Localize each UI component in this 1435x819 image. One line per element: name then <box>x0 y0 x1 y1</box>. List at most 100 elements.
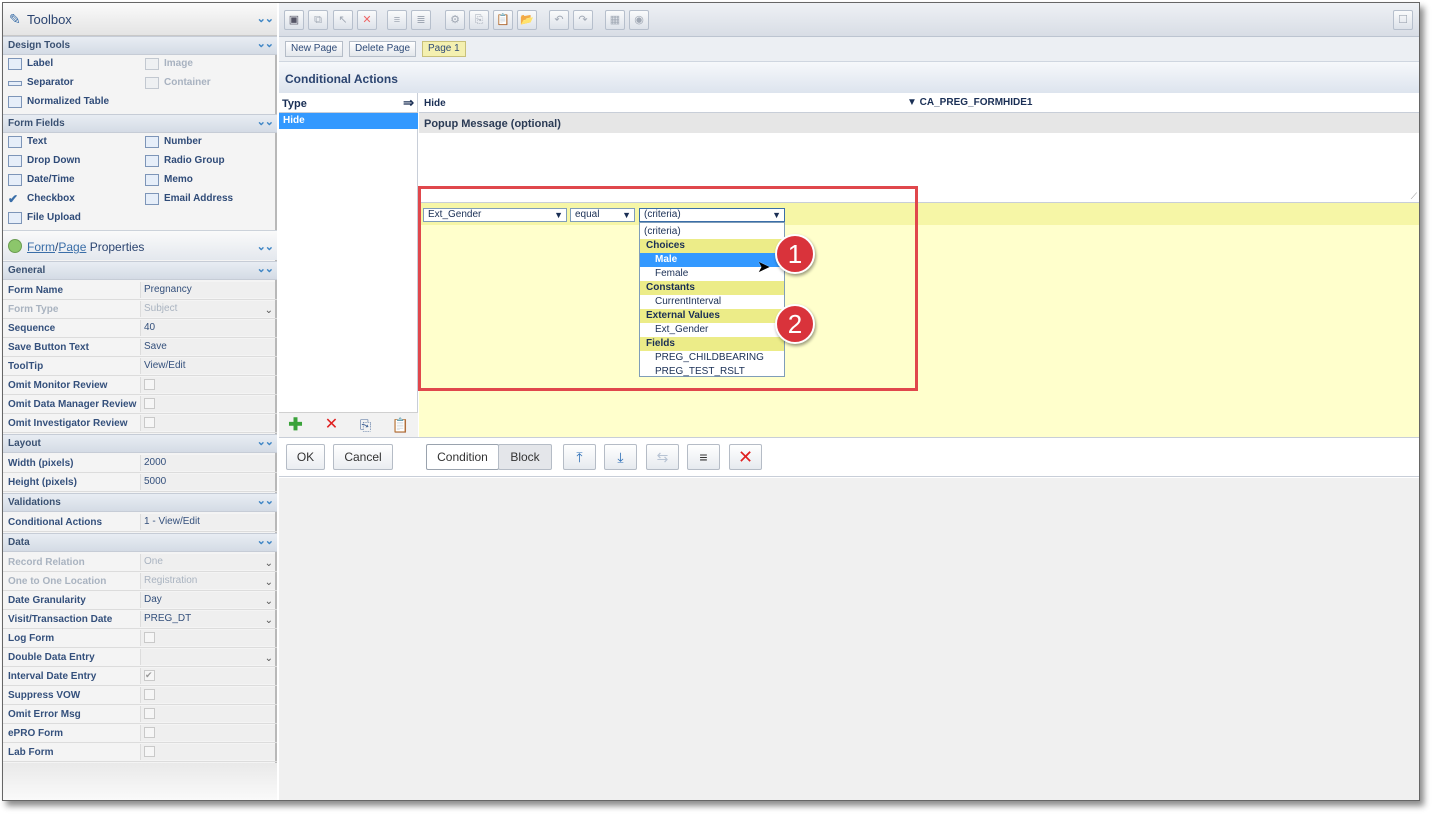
paste-icon[interactable]: 📋 <box>386 416 415 436</box>
redo-icon[interactable]: ↷ <box>573 10 593 30</box>
chevron-down-icon[interactable]: ⌄ <box>265 594 273 610</box>
property-value[interactable] <box>140 415 275 431</box>
undo-icon[interactable]: ↶ <box>549 10 569 30</box>
field-dropdown[interactable]: Drop Down <box>3 152 80 170</box>
field-file-upload[interactable]: File Upload <box>3 209 81 227</box>
design-tools-header[interactable]: Design Tools ⌄⌄ <box>3 36 277 55</box>
property-value-text: PREG_DT <box>144 613 192 624</box>
property-value[interactable]: 40 <box>140 320 275 336</box>
data-header[interactable]: Data ⌄⌄ <box>3 533 277 552</box>
delete-page-button[interactable]: Delete Page <box>349 41 417 57</box>
tool-separator[interactable]: Separator <box>3 74 74 92</box>
checkbox-icon[interactable] <box>144 708 155 719</box>
field-date-time[interactable]: Date/Time <box>3 171 75 189</box>
checkbox-icon[interactable] <box>144 746 155 757</box>
property-value[interactable]: ⌄ <box>140 649 275 665</box>
chevron-down-icon[interactable]: ⌄ <box>265 651 273 667</box>
field-radio-group[interactable]: Radio Group <box>140 152 225 170</box>
chevron-down-icon[interactable]: ⌄ <box>265 575 273 591</box>
copy-icon[interactable]: ⎘ <box>469 10 489 30</box>
remove-icon[interactable]: ✕ <box>317 416 346 436</box>
property-value[interactable]: Save <box>140 339 275 355</box>
property-label: ToolTip <box>8 361 44 372</box>
cancel-button[interactable]: Cancel <box>333 444 393 470</box>
checkbox-icon: ✔ <box>8 192 19 206</box>
checkbox-icon[interactable] <box>144 727 155 738</box>
field-text[interactable]: Text <box>3 133 47 151</box>
snap-icon[interactable]: ◉ <box>629 10 649 30</box>
ok-button[interactable]: OK <box>286 444 325 470</box>
form-link[interactable]: Form <box>27 240 55 254</box>
select-frame-icon[interactable]: ▣ <box>284 10 304 30</box>
property-value[interactable]: ✔ <box>140 668 275 684</box>
settings-icon[interactable]: ⚙ <box>445 10 465 30</box>
property-value[interactable] <box>140 396 275 412</box>
property-value[interactable]: Pregnancy <box>140 282 275 298</box>
tool-normalized-table[interactable]: Normalized Table <box>3 93 109 111</box>
checkbox-icon[interactable]: ✔ <box>144 670 155 681</box>
collapse-toolbox-icon[interactable]: ⌄⌄ <box>257 14 274 25</box>
field-memo[interactable]: Memo <box>140 171 193 189</box>
copy-icon[interactable]: ⎘ <box>351 416 380 436</box>
property-value[interactable] <box>140 744 275 760</box>
type-item-hide[interactable]: Hide <box>279 113 418 129</box>
property-label: Date Granularity <box>8 595 86 606</box>
property-value[interactable]: 1 - View/Edit <box>140 514 275 530</box>
pointer-icon[interactable]: ↖ <box>333 10 353 30</box>
delete-icon[interactable]: ✕ <box>357 10 377 30</box>
chevron-down-icon[interactable]: ⌄ <box>265 613 273 629</box>
property-value[interactable] <box>140 706 275 722</box>
checkbox-icon[interactable] <box>144 379 155 390</box>
list-down-icon[interactable]: ≡ <box>687 444 720 470</box>
property-value-text: 40 <box>144 322 156 333</box>
swap-icon[interactable]: ⇆ <box>646 444 679 470</box>
checkbox-icon[interactable] <box>144 398 155 409</box>
block-toggle[interactable]: Block <box>498 444 552 470</box>
property-value[interactable] <box>140 630 275 646</box>
move-top-icon[interactable]: ⤒ <box>563 444 596 470</box>
property-value[interactable]: 2000 <box>140 455 275 471</box>
move-down-icon[interactable]: ⤓ <box>604 444 637 470</box>
property-value[interactable] <box>140 687 275 703</box>
left-panel-footer <box>3 763 277 800</box>
form-fields-header[interactable]: Form Fields ⌄⌄ <box>3 114 277 133</box>
chevron-down-icon[interactable]: ⌄ <box>265 556 273 572</box>
open-icon[interactable]: 📂 <box>517 10 537 30</box>
layout-header[interactable]: Layout ⌄⌄ <box>3 434 277 453</box>
maximize-icon[interactable]: ☐ <box>1393 10 1413 30</box>
property-value[interactable]: 5000 <box>140 474 275 490</box>
chevron-down-icon[interactable]: ⌄ <box>265 303 273 319</box>
general-header[interactable]: General ⌄⌄ <box>3 261 277 280</box>
property-value[interactable]: View/Edit <box>140 358 275 374</box>
property-value[interactable] <box>140 725 275 741</box>
field-email[interactable]: Email Address <box>140 190 233 208</box>
page-link[interactable]: Page <box>58 240 86 254</box>
collapse-properties-icon[interactable]: ⌄⌄ <box>257 242 274 253</box>
grid-icon[interactable]: ▦ <box>605 10 625 30</box>
add-icon[interactable]: ✚ <box>281 416 310 436</box>
page-1-tab[interactable]: Page 1 <box>422 41 466 57</box>
checkbox-icon[interactable] <box>144 689 155 700</box>
property-value[interactable]: Day ⌄ <box>140 592 275 608</box>
field-number[interactable]: Number <box>140 133 202 151</box>
property-label: Omit Data Manager Review <box>8 399 137 410</box>
tool-label[interactable]: Label <box>3 55 53 73</box>
checkbox-icon[interactable] <box>144 632 155 643</box>
align-justify-icon[interactable]: ≣ <box>411 10 431 30</box>
validations-header[interactable]: Validations ⌄⌄ <box>3 493 277 512</box>
align-left-icon[interactable]: ≡ <box>387 10 407 30</box>
delete-condition-icon[interactable]: ✕ <box>729 444 762 470</box>
action-target-select[interactable]: ▼ CA_PREG_FORMHIDE1 <box>907 97 1032 108</box>
property-value[interactable]: PREG_DT ⌄ <box>140 611 275 627</box>
resize-handle-icon[interactable]: ⟋ <box>1411 191 1417 202</box>
checkbox-icon[interactable] <box>144 417 155 428</box>
type-header: Type ⇒ <box>279 93 418 113</box>
field-checkbox[interactable]: ✔ Checkbox <box>3 190 75 208</box>
property-row: Width (pixels) 2000 <box>3 454 277 473</box>
table-icon <box>8 96 22 108</box>
group-icon[interactable]: ⧉ <box>308 10 328 30</box>
condition-toggle[interactable]: Condition <box>426 444 499 470</box>
paste-icon[interactable]: 📋 <box>493 10 513 30</box>
property-value[interactable] <box>140 377 275 393</box>
new-page-button[interactable]: New Page <box>285 41 344 57</box>
